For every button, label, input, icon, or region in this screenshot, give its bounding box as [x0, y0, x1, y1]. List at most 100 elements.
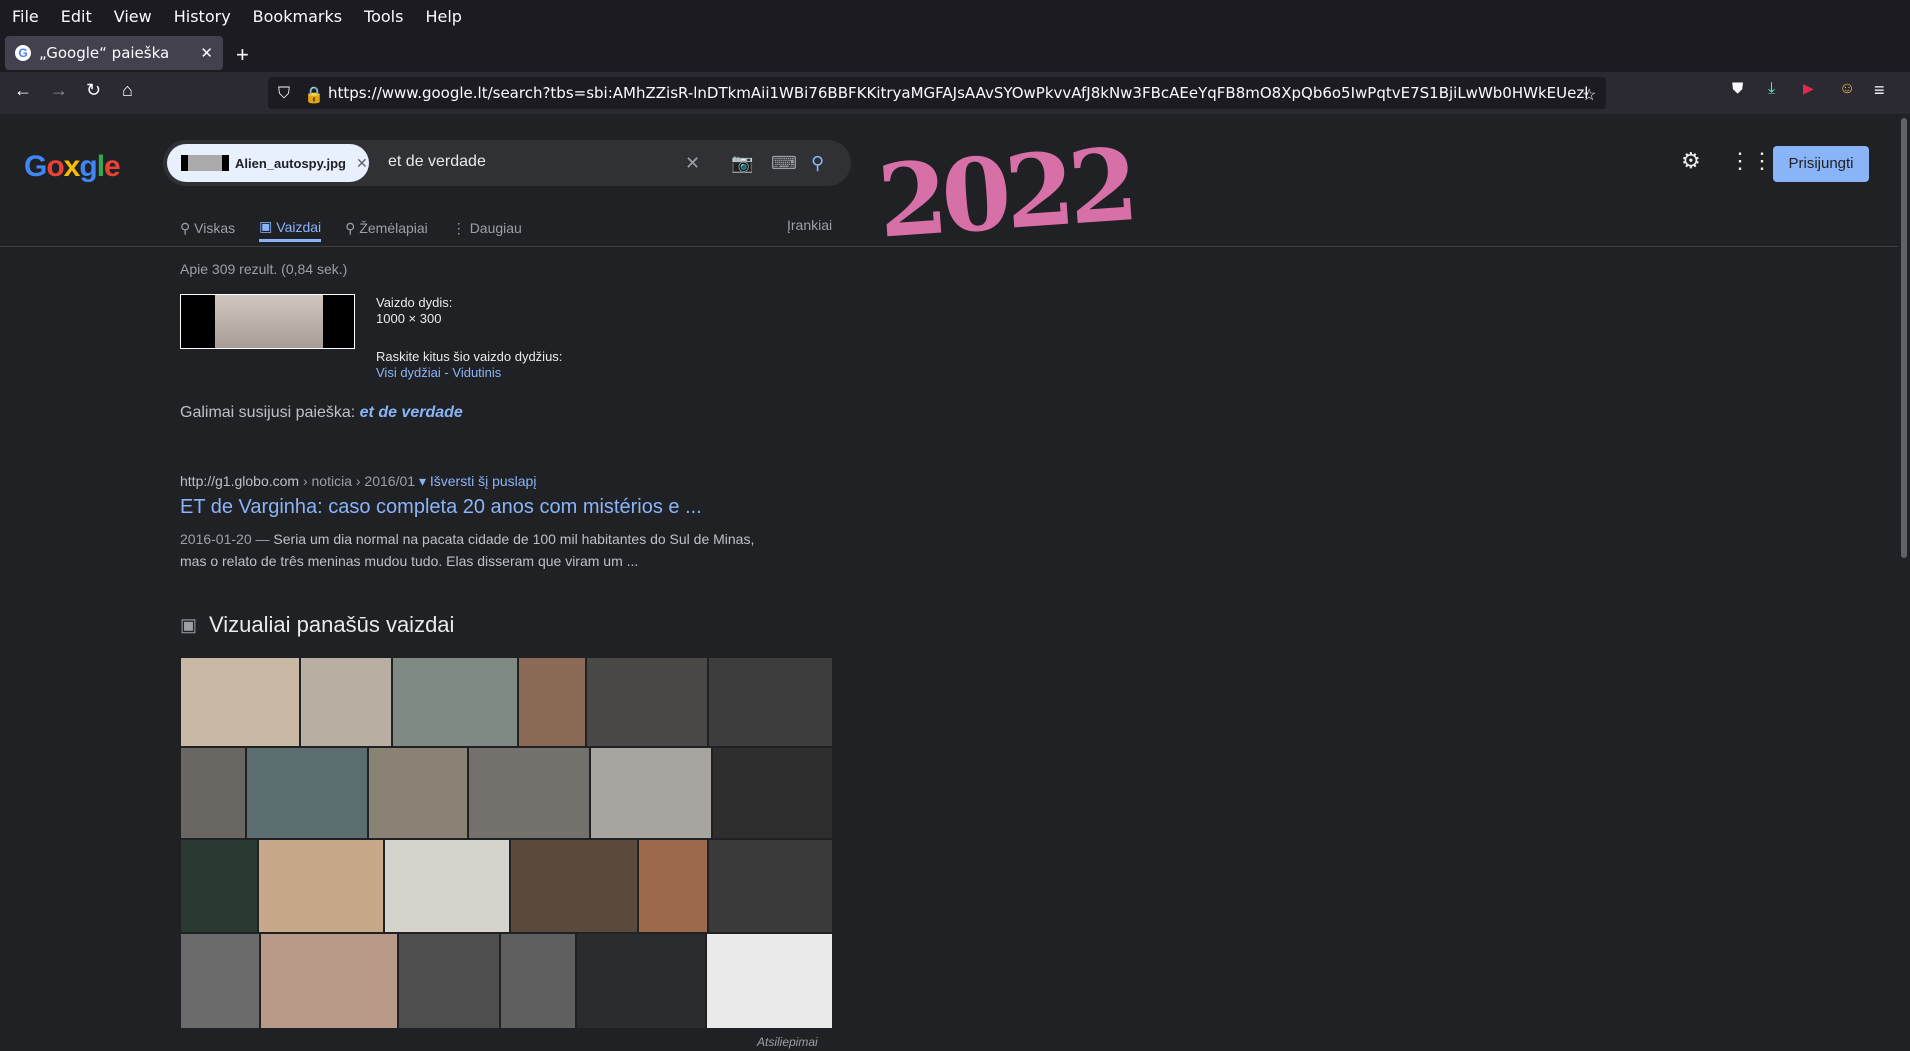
similar-image[interactable]: [300, 657, 392, 747]
app-menu-icon[interactable]: ≡: [1874, 80, 1885, 101]
similar-image[interactable]: [368, 747, 468, 839]
tab-daugiau[interactable]: ⋮ Daugiau: [452, 214, 522, 242]
image-chip-close-icon[interactable]: ✕: [356, 155, 368, 172]
download-icon[interactable]: ⤓: [1768, 80, 1775, 98]
navigation-bar: ← → ↻ ⌂ ⛉ 🔒 https://www.google.lt/search…: [0, 72, 1910, 114]
browser-tab[interactable]: G „Google“ paieška ✕: [5, 36, 223, 70]
tab-viskas[interactable]: ⚲ Viskas: [180, 214, 235, 242]
similar-image[interactable]: [638, 839, 708, 933]
result-site: http://g1.globo.com: [180, 473, 300, 489]
clear-icon[interactable]: ✕: [685, 153, 700, 174]
similar-image[interactable]: [180, 839, 258, 933]
google-logo[interactable]: Goxgle: [24, 150, 121, 184]
similar-image[interactable]: [260, 933, 398, 1029]
related-label: Galimai susijusi paieška:: [180, 404, 356, 421]
image-size-label: Vaizdo dydis:: [376, 295, 453, 310]
back-icon[interactable]: ←: [14, 80, 32, 101]
menu-bookmarks[interactable]: Bookmarks: [253, 7, 342, 26]
similar-image[interactable]: [708, 657, 833, 747]
shield-icon[interactable]: ⛉: [278, 85, 290, 103]
image-chip[interactable]: Alien_autospy.jpg ✕: [167, 144, 369, 182]
similar-image[interactable]: [180, 657, 300, 747]
tab-vaizdai[interactable]: ▣ Vaizdai: [259, 214, 322, 242]
camera-icon[interactable]: 📷: [731, 153, 753, 174]
similar-image[interactable]: [706, 933, 833, 1029]
similar-image[interactable]: [500, 933, 576, 1029]
tools-button[interactable]: Įrankiai: [787, 217, 832, 233]
size-links: Visi dydžiai - Vidutinis: [376, 365, 501, 380]
search-tabs: ⚲ Viskas ▣ Vaizdai ⚲ Žemėlapiai ⋮ Daugia…: [180, 214, 546, 242]
settings-gear-icon[interactable]: ⚙: [1681, 148, 1701, 174]
doodle-2022[interactable]: 2022: [874, 125, 1136, 260]
similar-image[interactable]: [708, 839, 833, 933]
similar-image[interactable]: [392, 657, 518, 747]
lock-icon[interactable]: 🔒: [304, 85, 324, 105]
tab-title: „Google“ paieška: [39, 44, 170, 62]
tab-close-icon[interactable]: ✕: [200, 44, 213, 62]
home-icon[interactable]: ⌂: [122, 80, 133, 101]
google-favicon-icon: G: [15, 45, 31, 61]
pocket-icon[interactable]: ⛊: [1732, 80, 1743, 97]
similar-image[interactable]: [384, 839, 510, 933]
image-size-value: 1000 × 300: [376, 311, 442, 326]
result-path: › noticia › 2016/01: [299, 473, 416, 489]
reload-icon[interactable]: ↻: [86, 80, 101, 101]
similar-image[interactable]: [180, 747, 246, 839]
similar-images-heading: ▣ Vizualiai panašūs vaizdai: [180, 612, 454, 638]
related-search: Galimai susijusi paieška: et de verdade: [180, 404, 463, 422]
query-image-thumbnail[interactable]: [180, 294, 355, 349]
translate-link[interactable]: ▾ Išversti šį puslapį: [419, 473, 537, 489]
result-title-link[interactable]: ET de Varginha: caso completa 20 anos co…: [180, 496, 702, 519]
similar-image[interactable]: [590, 747, 712, 839]
similar-image[interactable]: [468, 747, 590, 839]
signin-button[interactable]: Prisijungti: [1773, 146, 1869, 182]
search-box[interactable]: Alien_autospy.jpg ✕ et de verdade ✕ 📷 ⌨ …: [163, 140, 851, 186]
image-chip-thumbnail: [181, 155, 229, 171]
all-sizes-link[interactable]: Visi dydžiai: [376, 365, 441, 380]
similar-image[interactable]: [576, 933, 706, 1029]
menu-bar: File Edit View History Bookmarks Tools H…: [0, 0, 1910, 32]
profile-icon[interactable]: ☺: [1839, 80, 1855, 98]
menu-help[interactable]: Help: [425, 7, 461, 26]
extension-icon[interactable]: ▶: [1803, 80, 1814, 97]
feedback-link[interactable]: Atsiliepimai: [757, 1035, 818, 1049]
new-tab-icon[interactable]: +: [236, 42, 249, 68]
tab-viskas-label: Viskas: [194, 220, 236, 236]
size-separator: -: [444, 365, 449, 380]
image-chip-label: Alien_autospy.jpg: [235, 155, 346, 171]
similar-image[interactable]: [398, 933, 500, 1029]
result-snippet: 2016-01-20 — Seria um dia normal na paca…: [180, 528, 770, 572]
similar-image[interactable]: [246, 747, 368, 839]
bookmark-star-icon[interactable]: ☆: [1582, 85, 1596, 105]
search-input[interactable]: et de verdade: [388, 153, 486, 171]
menu-file[interactable]: File: [12, 7, 39, 26]
keyboard-icon[interactable]: ⌨: [771, 153, 797, 174]
forward-icon[interactable]: →: [50, 80, 68, 101]
tab-zemelapiai-label: Žemėlapiai: [359, 220, 428, 236]
address-bar[interactable]: ⛉ 🔒 https://www.google.lt/search?tbs=sbi…: [268, 77, 1606, 109]
menu-edit[interactable]: Edit: [61, 7, 92, 26]
menu-history[interactable]: History: [174, 7, 231, 26]
tab-zemelapiai[interactable]: ⚲ Žemėlapiai: [345, 214, 428, 242]
similar-images-title: Vizualiai panašūs vaizdai: [209, 612, 455, 637]
similar-image[interactable]: [180, 933, 260, 1029]
similar-image[interactable]: [510, 839, 638, 933]
menu-tools[interactable]: Tools: [364, 7, 403, 26]
results-count: Apie 309 rezult. (0,84 sek.): [180, 261, 348, 277]
result-date: 2016-01-20 —: [180, 531, 270, 547]
similar-image[interactable]: [586, 657, 708, 747]
similar-image[interactable]: [258, 839, 384, 933]
url-text: https://www.google.lt/search?tbs=sbi:AMh…: [328, 84, 1588, 102]
medium-size-link[interactable]: Vidutinis: [452, 365, 501, 380]
tab-vaizdai-label: Vaizdai: [276, 218, 322, 235]
similar-images-grid: [180, 657, 833, 1029]
similar-image[interactable]: [518, 657, 586, 747]
search-icon[interactable]: ⚲: [811, 153, 824, 174]
similar-image[interactable]: [712, 747, 833, 839]
related-term-link[interactable]: et de verdade: [360, 404, 463, 421]
tab-daugiau-label: Daugiau: [469, 220, 522, 236]
other-sizes-label: Raskite kitus šio vaizdo dydžius:: [376, 349, 563, 364]
tab-bar: G „Google“ paieška ✕ +: [0, 32, 1910, 72]
page-scrollbar[interactable]: [1898, 114, 1910, 1051]
menu-view[interactable]: View: [114, 7, 152, 26]
